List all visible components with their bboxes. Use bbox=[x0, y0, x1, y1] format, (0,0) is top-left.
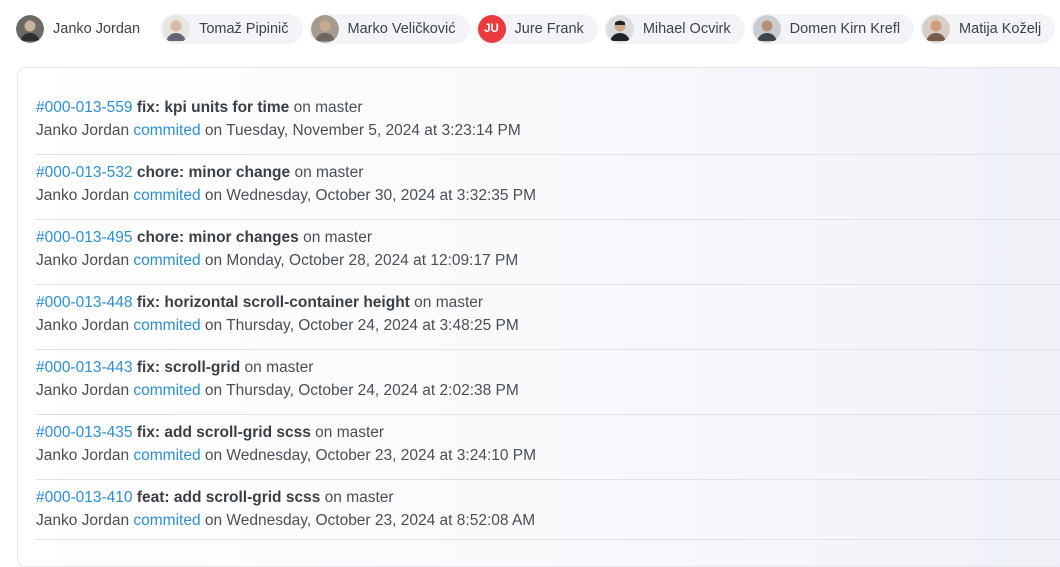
commit-meta-line: Janko Jordan commited on Wednesday, Octo… bbox=[36, 509, 1060, 532]
commit-title-line: #000-013-410 feat: add scroll-grid scss … bbox=[36, 486, 1060, 509]
contributor-filter-bar: Janko Jordan Tomaž Pipinič Marko Veličko… bbox=[16, 14, 1056, 44]
avatar bbox=[162, 15, 191, 43]
commit-title-line: #000-013-443 fix: scroll-grid on master bbox=[36, 356, 1060, 379]
commit-meta-line: Janko Jordan commited on Monday, October… bbox=[36, 249, 1060, 272]
commit-action-link[interactable]: commited bbox=[133, 447, 200, 464]
commit-meta-line: Janko Jordan commited on Thursday, Octob… bbox=[36, 379, 1060, 402]
commit-hash-link[interactable]: #000-013-435 bbox=[36, 424, 133, 441]
contributor-name: Janko Jordan bbox=[53, 21, 141, 37]
commit-meta-line: Janko Jordan commited on Wednesday, Octo… bbox=[36, 444, 1060, 467]
avatar bbox=[605, 15, 634, 43]
commit-message: chore: minor change bbox=[136, 164, 291, 181]
commit-hash-link[interactable]: #000-013-448 bbox=[36, 294, 133, 311]
contributor-chip-0[interactable]: Janko Jordan bbox=[16, 14, 154, 44]
commit-date: on Tuesday, November 5, 2024 at 3:23:14 … bbox=[204, 122, 521, 139]
contributor-chip-4[interactable]: Mihael Ocvirk bbox=[603, 14, 745, 44]
commit-author: Janko Jordan bbox=[36, 317, 130, 334]
commit-meta-line: Janko Jordan commited on Thursday, Octob… bbox=[36, 314, 1060, 337]
contributor-name: Domen Kirn Krefl bbox=[789, 21, 901, 37]
commit-message: fix: add scroll-grid scss bbox=[136, 424, 311, 441]
contributor-chip-3[interactable]: JU Jure Frank bbox=[475, 14, 598, 44]
commit-title-line: #000-013-559 fix: kpi units for time on … bbox=[36, 96, 1060, 119]
commit-row: #000-013-443 fix: scroll-grid on master … bbox=[36, 350, 1060, 415]
commit-branch: on master bbox=[244, 359, 314, 376]
contributor-chip-6[interactable]: Matija Koželj bbox=[920, 14, 1056, 44]
commit-date: on Wednesday, October 30, 2024 at 3:32:3… bbox=[204, 187, 537, 204]
contributor-name: Jure Frank bbox=[514, 21, 584, 37]
avatar-initials: JU bbox=[477, 15, 506, 43]
commit-date: on Thursday, October 24, 2024 at 2:02:38… bbox=[204, 382, 519, 399]
commit-list: #000-013-559 fix: kpi units for time on … bbox=[36, 90, 1060, 540]
commit-branch: on master bbox=[303, 229, 373, 246]
commit-title-line: #000-013-532 chore: minor change on mast… bbox=[36, 161, 1060, 184]
commit-message: fix: scroll-grid bbox=[136, 359, 241, 376]
commit-branch: on master bbox=[293, 99, 363, 116]
commit-meta-line: Janko Jordan commited on Wednesday, Octo… bbox=[36, 184, 1060, 207]
commit-date: on Thursday, October 24, 2024 at 3:48:25… bbox=[204, 317, 519, 334]
commit-hash-link[interactable]: #000-013-532 bbox=[36, 164, 133, 181]
commit-date: on Monday, October 28, 2024 at 12:09:17 … bbox=[204, 252, 519, 269]
commit-action-link[interactable]: commited bbox=[133, 252, 200, 269]
commit-row: #000-013-532 chore: minor change on mast… bbox=[36, 155, 1060, 220]
commit-row: #000-013-435 fix: add scroll-grid scss o… bbox=[36, 415, 1060, 480]
contributor-name: Matija Koželj bbox=[959, 21, 1042, 37]
commit-branch: on master bbox=[315, 424, 385, 441]
commit-title-line: #000-013-495 chore: minor changes on mas… bbox=[36, 226, 1060, 249]
avatar bbox=[16, 15, 44, 43]
commit-author: Janko Jordan bbox=[36, 122, 130, 139]
commit-author: Janko Jordan bbox=[36, 512, 130, 529]
commit-hash-link[interactable]: #000-013-495 bbox=[36, 229, 133, 246]
contributor-name: Tomaž Pipinič bbox=[199, 21, 289, 37]
commit-message: feat: add scroll-grid scss bbox=[136, 489, 321, 506]
commit-branch: on master bbox=[294, 164, 364, 181]
commit-author: Janko Jordan bbox=[36, 252, 130, 269]
commit-author: Janko Jordan bbox=[36, 187, 130, 204]
commit-hash-link[interactable]: #000-013-559 bbox=[36, 99, 133, 116]
avatar bbox=[310, 15, 339, 43]
commit-date: on Wednesday, October 23, 2024 at 3:24:1… bbox=[204, 447, 537, 464]
commit-message: fix: horizontal scroll-container height bbox=[136, 294, 410, 311]
commit-branch: on master bbox=[414, 294, 484, 311]
commit-action-link[interactable]: commited bbox=[133, 382, 200, 399]
commit-hash-link[interactable]: #000-013-443 bbox=[36, 359, 133, 376]
commit-action-link[interactable]: commited bbox=[133, 122, 200, 139]
commit-date: on Wednesday, October 23, 2024 at 8:52:0… bbox=[204, 512, 536, 529]
commit-title-line: #000-013-435 fix: add scroll-grid scss o… bbox=[36, 421, 1060, 444]
contributor-chip-2[interactable]: Marko Veličković bbox=[308, 14, 470, 44]
commit-meta-line: Janko Jordan commited on Tuesday, Novemb… bbox=[36, 119, 1060, 142]
commit-row: #000-013-495 chore: minor changes on mas… bbox=[36, 220, 1060, 285]
commit-message: chore: minor changes bbox=[136, 229, 299, 246]
commit-branch: on master bbox=[324, 489, 394, 506]
commit-message: fix: kpi units for time bbox=[136, 99, 290, 116]
commit-hash-link[interactable]: #000-013-410 bbox=[36, 489, 133, 506]
commit-action-link[interactable]: commited bbox=[133, 512, 200, 529]
contributor-name: Mihael Ocvirk bbox=[642, 21, 731, 37]
avatar bbox=[922, 15, 951, 43]
commit-action-link[interactable]: commited bbox=[133, 317, 200, 334]
contributor-chip-5[interactable]: Domen Kirn Krefl bbox=[750, 14, 915, 44]
contributor-name: Marko Veličković bbox=[347, 21, 456, 37]
commit-author: Janko Jordan bbox=[36, 447, 130, 464]
avatar bbox=[752, 15, 781, 43]
commit-row: #000-013-448 fix: horizontal scroll-cont… bbox=[36, 285, 1060, 350]
commit-row: #000-013-410 feat: add scroll-grid scss … bbox=[36, 480, 1060, 540]
commit-title-line: #000-013-448 fix: horizontal scroll-cont… bbox=[36, 291, 1060, 314]
commit-action-link[interactable]: commited bbox=[133, 187, 200, 204]
commit-author: Janko Jordan bbox=[36, 382, 130, 399]
contributor-chip-1[interactable]: Tomaž Pipinič bbox=[160, 14, 303, 44]
commit-row: #000-013-559 fix: kpi units for time on … bbox=[36, 90, 1060, 155]
